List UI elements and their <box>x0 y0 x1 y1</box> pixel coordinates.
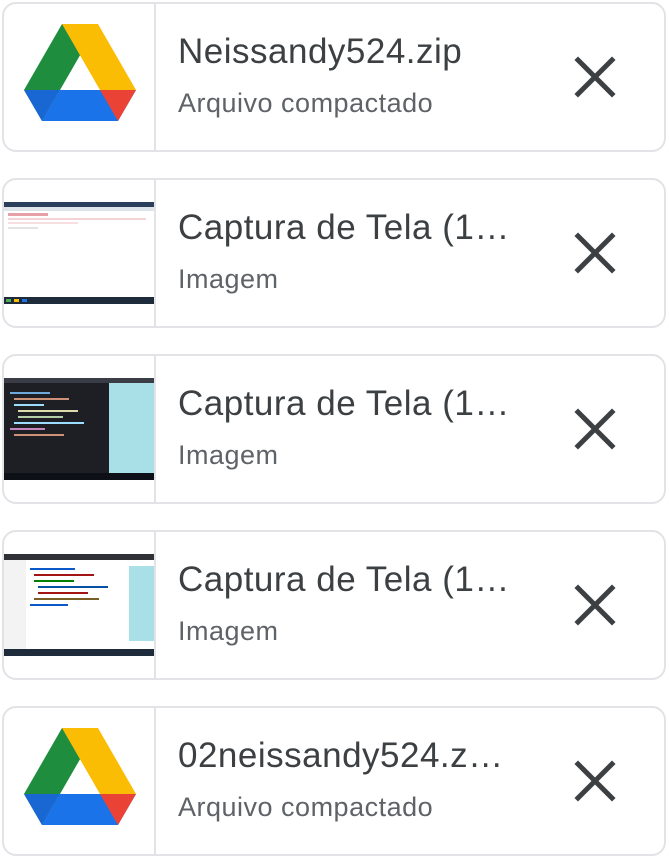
attachment-card[interactable]: Captura de Tela (1… Imagem <box>2 354 666 504</box>
attachment-name: 02neissandy524.z… <box>178 736 504 775</box>
screenshot-thumbnail <box>4 202 154 304</box>
attachment-thumbnail <box>4 708 156 854</box>
attachment-name: Captura de Tela (1… <box>178 384 510 423</box>
close-icon[interactable] <box>572 758 618 804</box>
attachment-type: Arquivo compactado <box>178 792 434 822</box>
attachment-thumbnail <box>4 180 156 326</box>
attachment-thumbnail <box>4 356 156 502</box>
attachment-card[interactable]: Neissandy524.zip Arquivo compactado <box>2 2 666 152</box>
attachment-type: Imagem <box>178 616 279 646</box>
attachment-name: Captura de Tela (1… <box>178 560 510 599</box>
attachment-thumbnail <box>4 532 156 678</box>
attachment-card[interactable]: Captura de Tela (1… Imagem <box>2 530 666 680</box>
google-drive-icon <box>24 728 136 825</box>
screenshot-thumbnail <box>4 378 154 480</box>
attachment-card[interactable]: Captura de Tela (1… Imagem <box>2 178 666 328</box>
attachment-type: Imagem <box>178 440 279 470</box>
attachment-type: Arquivo compactado <box>178 88 434 118</box>
attachment-name: Neissandy524.zip <box>178 32 463 71</box>
attachment-thumbnail <box>4 4 156 150</box>
attachment-name: Captura de Tela (1… <box>178 208 510 247</box>
attachment-card[interactable]: 02neissandy524.z… Arquivo compactado <box>2 706 666 856</box>
attachment-type: Imagem <box>178 264 279 294</box>
close-icon[interactable] <box>572 54 618 100</box>
google-drive-icon <box>24 24 136 121</box>
screenshot-thumbnail <box>4 554 154 656</box>
close-icon[interactable] <box>572 406 618 452</box>
close-icon[interactable] <box>572 230 618 276</box>
close-icon[interactable] <box>572 582 618 628</box>
